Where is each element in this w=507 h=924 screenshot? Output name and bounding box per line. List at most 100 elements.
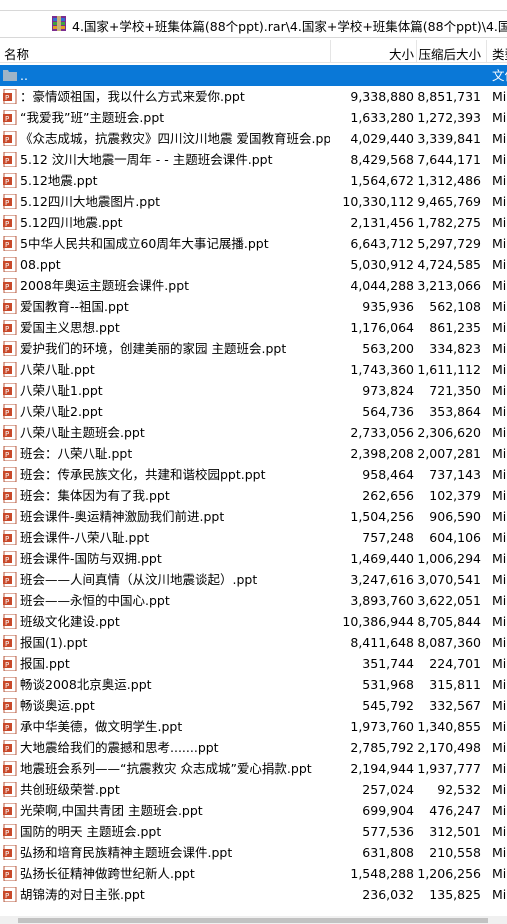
folder-icon xyxy=(3,70,17,81)
ppt-file-icon: P xyxy=(3,215,17,230)
archive-path: 4.国家+学校+班集体篇(88个ppt).rar\4.国家+学校+班集体篇(88… xyxy=(72,19,507,34)
ppt-file-icon: P xyxy=(3,572,17,587)
file-row[interactable]: P 国防的明天 主题班会.ppt 577,536 312,501 Mi xyxy=(0,821,507,842)
file-row[interactable]: P 光荣啊,中国共青团 主题班会.ppt 699,904 476,247 Mi xyxy=(0,800,507,821)
file-row[interactable]: P 报国.ppt 351,744 224,701 Mi xyxy=(0,653,507,674)
file-type: Mi xyxy=(492,614,507,629)
file-type: Mi xyxy=(492,173,507,188)
file-type: Mi xyxy=(492,803,507,818)
file-type: Mi xyxy=(492,593,507,608)
svg-text:P: P xyxy=(5,514,9,522)
svg-text:P: P xyxy=(5,892,9,900)
svg-text:P: P xyxy=(5,157,9,165)
file-type: Mi xyxy=(492,236,507,251)
file-row[interactable]: P ：豪情颂祖国，我以什么方式来爱你.ppt 9,338,880 8,851,731 M… xyxy=(0,86,507,107)
file-row[interactable]: P 八荣八耻1.ppt 973,824 721,350 Mi xyxy=(0,380,507,401)
file-name: 报国.ppt xyxy=(20,656,70,671)
column-header-type[interactable]: 类型 xyxy=(492,44,507,63)
file-name: 班会课件-八荣八耻.ppt xyxy=(20,530,150,545)
file-size: 236,032 xyxy=(362,887,414,902)
ppt-file-icon: P xyxy=(3,341,17,356)
column-header-size[interactable]: 大小 xyxy=(330,44,414,63)
file-row[interactable]: P 班会课件-国防与双拥.ppt 1,469,440 1,006,294 Mi xyxy=(0,548,507,569)
file-type: Mi xyxy=(492,572,507,587)
horizontal-scrollbar[interactable] xyxy=(0,916,507,924)
file-row[interactable]: P 承中华美德，做文明学生.ppt 1,973,760 1,340,855 Mi xyxy=(0,716,507,737)
file-row[interactable]: P 地震班会系列——“抗震救灾 众志成城”爱心捐款.ppt 2,194,944 1,9… xyxy=(0,758,507,779)
file-row[interactable]: P 《众志成城，抗震救灾》四川汶川地震 爱国教育班会.ppt 4,029,440 3,… xyxy=(0,128,507,149)
file-name: 承中华美德，做文明学生.ppt xyxy=(20,719,183,734)
file-row[interactable]: P 报国(1).ppt 8,411,648 8,087,360 Mi xyxy=(0,632,507,653)
file-size: 2,194,944 xyxy=(350,761,414,776)
file-name: 爱护我们的环境，创建美丽的家园 主题班会.ppt xyxy=(20,341,287,356)
file-packed-size: 604,106 xyxy=(429,530,481,545)
svg-text:P: P xyxy=(5,304,9,312)
file-name: 共创班级荣誉.ppt xyxy=(20,782,120,797)
ppt-file-icon: P xyxy=(3,110,17,125)
file-row[interactable]: P 班会：集体因为有了我.ppt 262,656 102,379 Mi xyxy=(0,485,507,506)
file-row[interactable]: P 5.12四川地震.ppt 2,131,456 1,782,275 Mi xyxy=(0,212,507,233)
ppt-file-icon: P xyxy=(3,89,17,104)
file-row[interactable]: P 爱护我们的环境，创建美丽的家园 主题班会.ppt 563,200 334,823 M… xyxy=(0,338,507,359)
file-row[interactable]: P 5.12 汶川大地震一周年 - - 主题班会课件.ppt 8,429,568 7,… xyxy=(0,149,507,170)
file-name: 5.12 汶川大地震一周年 - - 主题班会课件.ppt xyxy=(20,152,273,167)
file-type: Mi xyxy=(492,782,507,797)
file-row[interactable]: P 班会课件-奥运精神激励我们前进.ppt 1,504,256 906,590 Mi xyxy=(0,506,507,527)
svg-text:P: P xyxy=(5,850,9,858)
file-name: ：豪情颂祖国，我以什么方式来爱你.ppt xyxy=(20,89,245,104)
file-row[interactable]: P 班级文化建设.ppt 10,386,944 8,705,844 Mi xyxy=(0,611,507,632)
file-type: Mi xyxy=(492,824,507,839)
archive-path-bar[interactable]: 4.国家+学校+班集体篇(88个ppt).rar\4.国家+学校+班集体篇(88… xyxy=(0,10,507,38)
file-packed-size: 476,247 xyxy=(429,803,481,818)
file-row[interactable]: P 班会——人间真情（从汶川地震谈起）.ppt 3,247,616 3,070,541… xyxy=(0,569,507,590)
file-row[interactable]: P 班会：八荣八耻.ppt 2,398,208 2,007,281 Mi xyxy=(0,443,507,464)
file-row[interactable]: P “我爱我”班”主题班会.ppt 1,633,280 1,272,393 Mi xyxy=(0,107,507,128)
file-size: 958,464 xyxy=(362,467,414,482)
file-row[interactable]: P 弘扬长征精神做跨世纪新人.ppt 1,548,288 1,206,256 Mi xyxy=(0,863,507,884)
file-row[interactable]: P 弘扬和培育民族精神主题班会课件.ppt 631,808 210,558 Mi xyxy=(0,842,507,863)
file-row[interactable]: P 爱国教育--祖国.ppt 935,936 562,108 Mi xyxy=(0,296,507,317)
file-size: 563,200 xyxy=(362,341,414,356)
ppt-file-icon: P xyxy=(3,551,17,566)
parent-folder-row[interactable]: .. 文件 xyxy=(0,65,507,86)
file-row[interactable]: P 八荣八耻主题班会.ppt 2,733,056 2,306,620 Mi xyxy=(0,422,507,443)
file-type: Mi xyxy=(492,362,507,377)
file-row[interactable]: P 5.12四川大地震图片.ppt 10,330,112 9,465,769 Mi xyxy=(0,191,507,212)
file-row[interactable]: P 共创班级荣誉.ppt 257,024 92,532 Mi xyxy=(0,779,507,800)
file-row[interactable]: P 班会——永恒的中国心.ppt 3,893,760 3,622,051 Mi xyxy=(0,590,507,611)
svg-text:P: P xyxy=(5,640,9,648)
file-row[interactable]: P 5.12地震.ppt 1,564,672 1,312,486 Mi xyxy=(0,170,507,191)
svg-text:P: P xyxy=(5,493,9,501)
file-packed-size: 315,811 xyxy=(429,677,481,692)
ppt-file-icon: P xyxy=(3,593,17,608)
column-header-name[interactable]: 名称 xyxy=(4,44,29,63)
file-row[interactable]: P 爱国主义思想.ppt 1,176,064 861,235 Mi xyxy=(0,317,507,338)
file-row[interactable]: P 八荣八耻2.ppt 564,736 353,864 Mi xyxy=(0,401,507,422)
file-name: 5.12地震.ppt xyxy=(20,173,98,188)
svg-text:P: P xyxy=(5,388,9,396)
file-row[interactable]: P 大地震给我们的震撼和思考.......ppt 2,785,792 2,170,49… xyxy=(0,737,507,758)
svg-text:P: P xyxy=(5,178,9,186)
file-row[interactable]: P 畅谈奥运.ppt 545,792 332,567 Mi xyxy=(0,695,507,716)
scrollbar-thumb[interactable] xyxy=(18,918,488,923)
file-row[interactable]: P 班会：传承民族文化，共建和谐校园ppt.ppt 958,464 737,143 Mi xyxy=(0,464,507,485)
ppt-file-icon: P xyxy=(3,635,17,650)
file-row[interactable]: P 畅谈2008北京奥运.ppt 531,968 315,811 Mi xyxy=(0,674,507,695)
file-row[interactable]: P 08.ppt 5,030,912 4,724,585 Mi xyxy=(0,254,507,275)
rar-archive-icon xyxy=(52,16,66,31)
file-size: 577,536 xyxy=(362,824,414,839)
file-row[interactable]: P 班会课件-八荣八耻.ppt 757,248 604,106 Mi xyxy=(0,527,507,548)
ppt-file-icon: P xyxy=(3,173,17,188)
svg-text:P: P xyxy=(5,766,9,774)
file-packed-size: 210,558 xyxy=(429,845,481,860)
file-row[interactable]: P 胡锦涛的对日主张.ppt 236,032 135,825 Mi xyxy=(0,884,507,905)
file-packed-size: 737,143 xyxy=(429,467,481,482)
file-row[interactable]: P 2008年奥运主题班会课件.ppt 4,044,288 3,213,066 Mi xyxy=(0,275,507,296)
column-header-packed[interactable]: 压缩后大小 xyxy=(414,44,481,63)
ppt-file-icon: P xyxy=(3,677,17,692)
file-type: Mi xyxy=(492,698,507,713)
file-size: 1,743,360 xyxy=(350,362,414,377)
file-packed-size: 353,864 xyxy=(429,404,481,419)
file-row[interactable]: P 八荣八耻.ppt 1,743,360 1,611,112 Mi xyxy=(0,359,507,380)
file-row[interactable]: P 5中华人民共和国成立60周年大事记展播.ppt 6,643,712 5,297,7… xyxy=(0,233,507,254)
